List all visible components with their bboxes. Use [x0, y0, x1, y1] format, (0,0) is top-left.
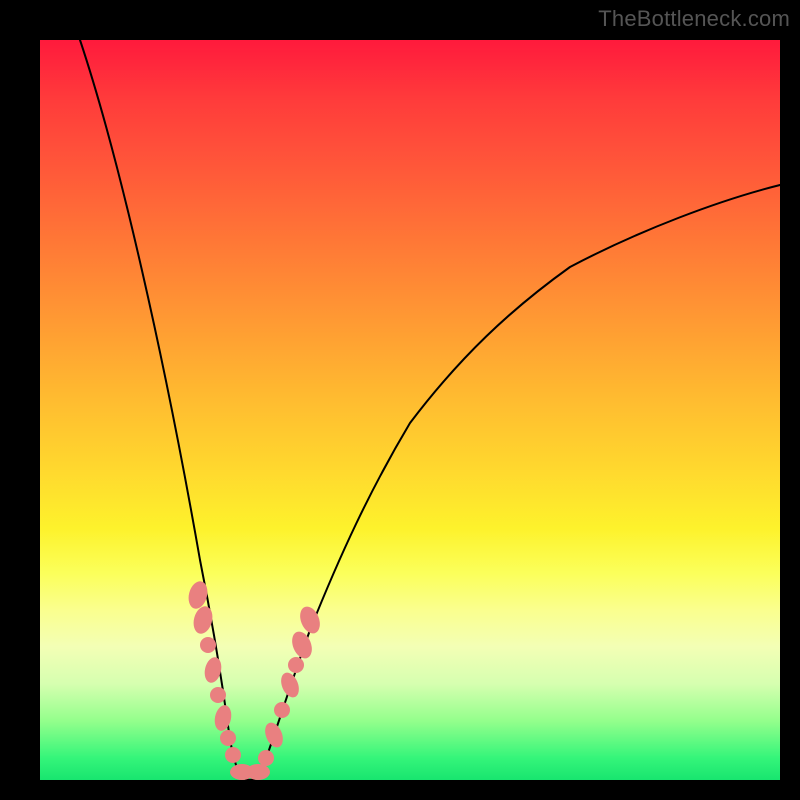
- curves-layer: [40, 40, 780, 780]
- marker-dot: [220, 730, 236, 746]
- marker-dot: [191, 604, 216, 636]
- marker-dot: [288, 657, 304, 673]
- marker-dot: [186, 579, 211, 611]
- marker-dot: [274, 702, 290, 718]
- marker-dot: [225, 747, 241, 763]
- marker-dot: [262, 720, 287, 750]
- marker-dot: [212, 704, 233, 733]
- marker-dot: [246, 764, 270, 780]
- marker-dot: [210, 687, 226, 703]
- marker-dot: [258, 750, 274, 766]
- chart-frame: TheBottleneck.com: [0, 0, 800, 800]
- watermark-text: TheBottleneck.com: [598, 6, 790, 32]
- marker-dot: [278, 670, 303, 700]
- marker-dot: [288, 629, 315, 662]
- curve-right-branch: [260, 185, 780, 775]
- plot-area: [40, 40, 780, 780]
- marker-dot: [200, 637, 216, 653]
